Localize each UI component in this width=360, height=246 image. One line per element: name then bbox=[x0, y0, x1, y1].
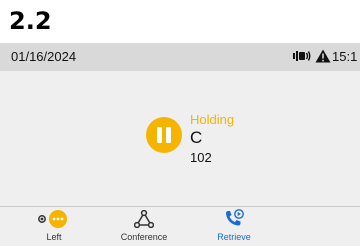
status-time: 15:1 bbox=[332, 49, 358, 64]
volume-vibrate-icon bbox=[293, 51, 311, 61]
call-state-label: Holding bbox=[190, 112, 235, 127]
more-options-icon bbox=[38, 210, 67, 228]
softkey-left[interactable]: Left bbox=[9, 207, 99, 246]
caller-number: 102 bbox=[190, 150, 212, 165]
retrieve-call-icon bbox=[226, 209, 244, 226]
softkey-left-label: Left bbox=[46, 232, 62, 242]
softkey-bar: Left Conference Retrieve bbox=[0, 206, 360, 246]
warning-icon bbox=[315, 49, 331, 63]
status-icons bbox=[293, 49, 331, 63]
conference-icon bbox=[134, 210, 154, 228]
softkey-conference[interactable]: Conference bbox=[99, 207, 189, 246]
status-date: 01/16/2024 bbox=[11, 49, 77, 64]
softkey-conference-label: Conference bbox=[120, 232, 168, 242]
caller-name: C bbox=[190, 128, 203, 147]
section-heading: 2.2 bbox=[9, 7, 52, 35]
pause-icon bbox=[146, 117, 182, 153]
phone-screen: 01/16/2024 15:1 Holding C 102 Left Confe… bbox=[0, 43, 360, 246]
softkey-retrieve-label: Retrieve bbox=[217, 232, 251, 242]
softkey-retrieve[interactable]: Retrieve bbox=[189, 207, 279, 246]
status-bar: 01/16/2024 15:1 bbox=[0, 43, 360, 71]
